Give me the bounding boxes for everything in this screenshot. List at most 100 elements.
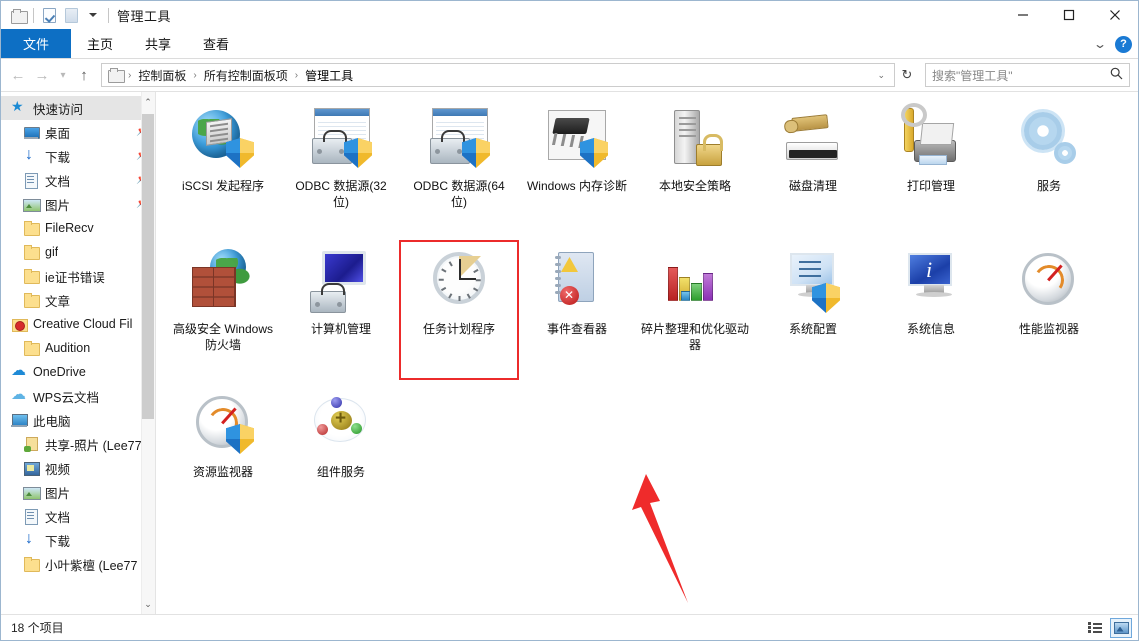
file-tile-17[interactable]: 组件服务 bbox=[282, 384, 400, 527]
new-folder-icon[interactable] bbox=[60, 4, 82, 26]
file-tile-13[interactable]: 系统配置 bbox=[754, 241, 872, 384]
search-box[interactable]: 搜索"管理工具" bbox=[925, 63, 1130, 87]
chevron-down-icon[interactable]: ⌄ bbox=[1093, 37, 1107, 51]
sidebar-item-0[interactable]: 快速访问 bbox=[1, 96, 155, 120]
customize-caret-icon[interactable] bbox=[82, 4, 104, 26]
file-tile-7[interactable]: 服务 bbox=[990, 98, 1108, 241]
file-tile-6[interactable]: 打印管理 bbox=[872, 98, 990, 241]
search-icon[interactable] bbox=[1110, 67, 1123, 83]
sidebar-item-label: Creative Cloud Fil bbox=[33, 317, 133, 331]
refresh-button[interactable]: ↻ bbox=[897, 63, 917, 87]
sidebar-item-10[interactable]: Audition bbox=[1, 336, 155, 360]
sidebar-item-label: 视频 bbox=[45, 462, 71, 477]
memdiag-icon bbox=[544, 106, 610, 172]
sidebar-item-4[interactable]: 图片📌 bbox=[1, 192, 155, 216]
sidebar-item-18[interactable]: 下载 bbox=[1, 528, 155, 552]
details-view-button[interactable] bbox=[1084, 618, 1106, 638]
sidebar-item-5[interactable]: FileRecv bbox=[1, 216, 155, 240]
ribbon-tab-bar: 文件 主页 共享 查看 ⌄ ? bbox=[1, 29, 1138, 59]
tab-file[interactable]: 文件 bbox=[1, 29, 72, 58]
firewall-icon bbox=[190, 249, 256, 315]
breadcrumb-item-all-items[interactable]: 所有控制面板项 bbox=[201, 66, 291, 85]
file-tile-9[interactable]: 计算机管理 bbox=[282, 241, 400, 384]
sidebar-item-label: OneDrive bbox=[33, 365, 86, 379]
file-list-pane[interactable]: iSCSI 发起程序 ODBC 数据源(32 位) ODBC 数据源(64 位) Wi… bbox=[156, 92, 1138, 614]
sidebar-item-label: 文章 bbox=[45, 294, 71, 309]
recent-locations-button[interactable]: ▾ bbox=[55, 63, 71, 87]
close-button[interactable] bbox=[1092, 1, 1138, 29]
breadcrumb-item-admin-tools[interactable]: 管理工具 bbox=[302, 66, 356, 85]
sidebar-item-6[interactable]: gif bbox=[1, 240, 155, 264]
maximize-button[interactable] bbox=[1046, 1, 1092, 29]
forward-button[interactable]: → bbox=[31, 63, 53, 87]
quick-access-toolbar[interactable]: 管理工具 bbox=[1, 1, 171, 29]
file-tile-3[interactable]: Windows 内存诊断 bbox=[518, 98, 636, 241]
sidebar-item-16[interactable]: 图片 bbox=[1, 480, 155, 504]
file-tile-11[interactable]: 事件查看器 bbox=[518, 241, 636, 384]
sidebar-item-label: 此电脑 bbox=[33, 414, 71, 429]
search-input[interactable]: 搜索"管理工具" bbox=[932, 67, 1110, 84]
properties-icon[interactable] bbox=[38, 4, 60, 26]
tab-home[interactable]: 主页 bbox=[71, 29, 129, 58]
title-bar: 管理工具 bbox=[1, 1, 1138, 29]
folder-icon bbox=[7, 4, 29, 26]
file-tile-8[interactable]: 高级安全 Windows 防火墙 bbox=[164, 241, 282, 384]
file-tile-14[interactable]: 系统信息 bbox=[872, 241, 990, 384]
back-button[interactable]: ← bbox=[7, 63, 29, 87]
sidebar-item-8[interactable]: 文章 bbox=[1, 288, 155, 312]
scroll-down-icon[interactable]: ⌄ bbox=[142, 596, 154, 612]
file-tile-label: 组件服务 bbox=[316, 465, 365, 479]
file-tile-label: 资源监视器 bbox=[192, 465, 253, 479]
file-tile-label: 事件查看器 bbox=[546, 322, 607, 336]
sidebar-item-12[interactable]: WPS云文档 bbox=[1, 384, 155, 408]
file-tile-16[interactable]: 资源监视器 bbox=[164, 384, 282, 527]
sidebar-item-14[interactable]: 共享-照片 (Lee77 bbox=[1, 432, 155, 456]
diskclean-icon bbox=[780, 106, 846, 172]
file-tile-15[interactable]: 性能监视器 bbox=[990, 241, 1108, 384]
file-tile-0[interactable]: iSCSI 发起程序 bbox=[164, 98, 282, 241]
sidebar-item-19[interactable]: 小叶紫檀 (Lee77 bbox=[1, 552, 155, 576]
file-tile-label: 计算机管理 bbox=[310, 322, 371, 336]
file-tile-label: iSCSI 发起程序 bbox=[181, 179, 264, 193]
breadcrumb-item-control-panel[interactable]: 控制面板 bbox=[135, 66, 189, 85]
eventviewer-icon bbox=[544, 249, 610, 315]
sidebar-item-9[interactable]: Creative Cloud Fil bbox=[1, 312, 155, 336]
sidebar-item-2[interactable]: 下载📌 bbox=[1, 144, 155, 168]
tab-share[interactable]: 共享 bbox=[129, 29, 187, 58]
sidebar-item-7[interactable]: ie证书错误 bbox=[1, 264, 155, 288]
onedrive-icon bbox=[11, 361, 27, 380]
sidebar-item-17[interactable]: 文档 bbox=[1, 504, 155, 528]
scroll-up-icon[interactable]: ⌃ bbox=[142, 94, 154, 110]
item-count-label: 18 个项目 bbox=[11, 621, 64, 635]
scroll-thumb[interactable] bbox=[142, 114, 154, 419]
sidebar-item-1[interactable]: 桌面📌 bbox=[1, 120, 155, 144]
large-icons-view-button[interactable] bbox=[1110, 617, 1132, 638]
minimize-button[interactable] bbox=[1000, 1, 1046, 29]
file-tile-2[interactable]: ODBC 数据源(64 位) bbox=[400, 98, 518, 241]
folder-icon bbox=[23, 244, 40, 260]
file-tile-12[interactable]: 碎片整理和优化驱动器 bbox=[636, 241, 754, 384]
file-tile-10[interactable]: 任务计划程序 bbox=[399, 240, 519, 380]
perfmon-icon bbox=[1016, 249, 1082, 315]
sidebar-item-label: WPS云文档 bbox=[33, 390, 99, 405]
download-icon bbox=[23, 530, 39, 548]
help-icon[interactable]: ? bbox=[1115, 35, 1132, 53]
sidebar-item-label: 快速访问 bbox=[33, 102, 84, 117]
file-tile-4[interactable]: 本地安全策略 bbox=[636, 98, 754, 241]
sidebar-item-11[interactable]: OneDrive bbox=[1, 360, 155, 384]
up-button[interactable]: ↑ bbox=[73, 63, 95, 87]
this-pc-icon bbox=[11, 412, 28, 428]
sidebar-item-15[interactable]: 视频 bbox=[1, 456, 155, 480]
sidebar-item-3[interactable]: 文档📌 bbox=[1, 168, 155, 192]
breadcrumb-dropdown-icon[interactable]: ⌄ bbox=[872, 70, 890, 81]
toolbar-divider bbox=[33, 7, 34, 23]
view-switch-group bbox=[1084, 617, 1132, 638]
file-tile-1[interactable]: ODBC 数据源(32 位) bbox=[282, 98, 400, 241]
videos-icon bbox=[23, 460, 40, 476]
file-tile-5[interactable]: 磁盘清理 bbox=[754, 98, 872, 241]
tab-view[interactable]: 查看 bbox=[187, 29, 245, 58]
printmgmt-icon bbox=[898, 103, 964, 172]
sidebar-scrollbar[interactable]: ⌃ ⌄ bbox=[141, 92, 155, 614]
breadcrumb[interactable]: › 控制面板 › 所有控制面板项 › 管理工具 ⌄ bbox=[101, 63, 895, 87]
sidebar-item-13[interactable]: 此电脑 bbox=[1, 408, 155, 432]
